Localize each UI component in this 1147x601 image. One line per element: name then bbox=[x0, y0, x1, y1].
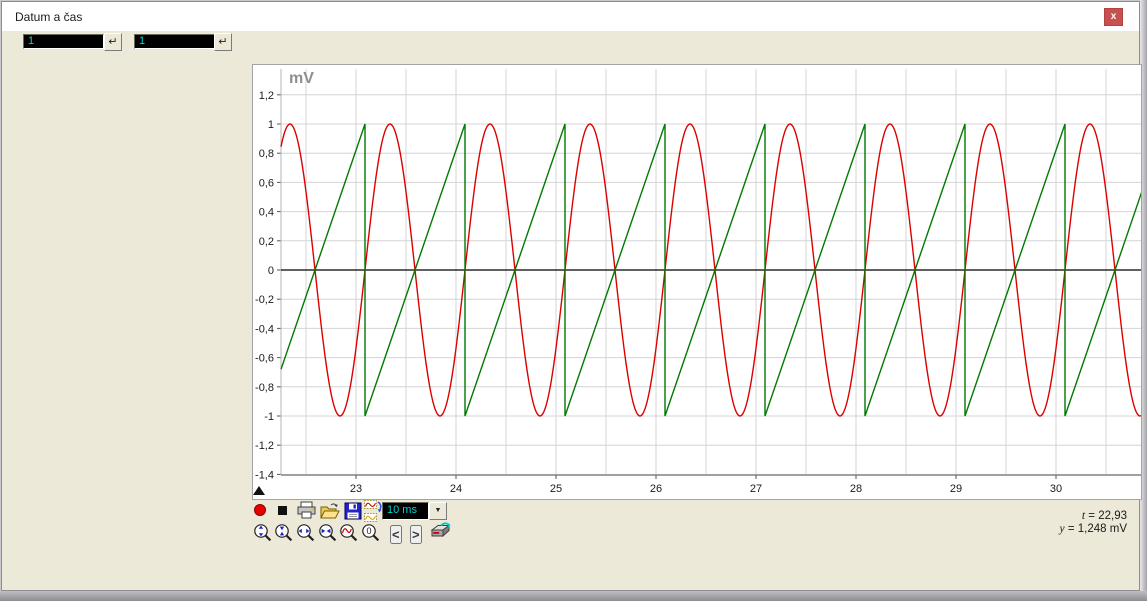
title-bar[interactable]: Datum a čas x bbox=[2, 2, 1139, 31]
svg-text:0,8: 0,8 bbox=[259, 148, 274, 160]
close-button[interactable]: x bbox=[1104, 8, 1123, 26]
save-icon bbox=[344, 502, 362, 520]
value-input-2-text: 1 bbox=[139, 35, 145, 47]
prev-button[interactable]: < bbox=[390, 525, 402, 544]
scroll-marker-icon[interactable] bbox=[252, 485, 268, 497]
record-button[interactable] bbox=[254, 504, 266, 516]
value-input-2[interactable]: 1 bbox=[134, 34, 215, 49]
t-value: = 22,93 bbox=[1088, 510, 1127, 522]
svg-text:28: 28 bbox=[850, 483, 862, 495]
zoom-curve-button[interactable] bbox=[339, 523, 359, 546]
zoom-compress-y-icon bbox=[274, 523, 294, 543]
svg-text:-1,4: -1,4 bbox=[255, 469, 274, 481]
window-bottom-border bbox=[0, 591, 1147, 601]
zoom-reset-button[interactable]: 0 bbox=[361, 523, 381, 546]
value-input-1[interactable]: 1 bbox=[23, 34, 104, 49]
close-icon: x bbox=[1111, 11, 1117, 22]
svg-text:30: 30 bbox=[1050, 483, 1062, 495]
svg-text:23: 23 bbox=[350, 483, 362, 495]
interval-combobox[interactable]: 10 ms bbox=[382, 502, 429, 520]
svg-text:-0,6: -0,6 bbox=[255, 353, 274, 365]
value-input-1-text: 1 bbox=[28, 35, 34, 47]
svg-text:27: 27 bbox=[750, 483, 762, 495]
device-button[interactable] bbox=[429, 521, 452, 544]
svg-text:0,4: 0,4 bbox=[259, 207, 274, 219]
y-var: y bbox=[1060, 523, 1065, 535]
y-value: = 1,248 mV bbox=[1068, 523, 1127, 535]
svg-text:25: 25 bbox=[550, 483, 562, 495]
window-title: Datum a čas bbox=[15, 10, 82, 24]
zoom-expand-y-button[interactable] bbox=[253, 523, 273, 546]
zoom-expand-x-button[interactable] bbox=[296, 523, 316, 546]
print-button[interactable] bbox=[296, 501, 317, 523]
cursor-time: t = 22,93 bbox=[1060, 510, 1127, 523]
stop-button[interactable] bbox=[278, 506, 287, 515]
export-button[interactable] bbox=[364, 500, 384, 525]
svg-text:-1,2: -1,2 bbox=[255, 440, 274, 452]
screen: Datum a čas x 1 ↵ 1 ↵ 1,2 1 0,8 0,6 0,4 0,2 0 -… bbox=[0, 0, 1147, 601]
chart-panel: 1,2 1 0,8 0,6 0,4 0,2 0 -0,2 -0,4 -0,6 -0,8 -1 -1,2 -… bbox=[252, 64, 1142, 500]
zoom-compress-x-button[interactable] bbox=[318, 523, 338, 546]
zoom-reset-icon: 0 bbox=[361, 523, 381, 543]
zoom-curve-icon bbox=[339, 523, 359, 543]
save-button[interactable] bbox=[344, 502, 362, 523]
zoom-expand-x-icon bbox=[296, 523, 316, 543]
chevron-down-icon: ▼ bbox=[435, 507, 442, 514]
svg-text:0: 0 bbox=[268, 265, 274, 277]
export-data-icon bbox=[364, 500, 384, 522]
enter-icon: ↵ bbox=[108, 36, 117, 48]
svg-text:-0,8: -0,8 bbox=[255, 382, 274, 394]
chevron-left-icon: < bbox=[392, 527, 400, 542]
svg-text:24: 24 bbox=[450, 483, 462, 495]
enter-button-1[interactable]: ↵ bbox=[104, 33, 122, 51]
interval-dropdown-button[interactable]: ▼ bbox=[429, 502, 447, 520]
next-button[interactable]: > bbox=[410, 525, 422, 544]
svg-text:1,2: 1,2 bbox=[259, 90, 274, 102]
print-icon bbox=[296, 501, 317, 520]
interval-value: 10 ms bbox=[387, 504, 417, 516]
enter-icon: ↵ bbox=[218, 36, 227, 48]
record-icon bbox=[254, 504, 266, 516]
stop-icon bbox=[278, 506, 287, 515]
open-folder-icon bbox=[319, 501, 341, 520]
svg-text:0: 0 bbox=[366, 526, 371, 536]
svg-text:-0,2: -0,2 bbox=[255, 294, 274, 306]
chevron-right-icon: > bbox=[412, 527, 420, 542]
t-var: t bbox=[1082, 510, 1085, 522]
dialog-window: Datum a čas x 1 ↵ 1 ↵ 1,2 1 0,8 0,6 0,4 0,2 0 -… bbox=[1, 1, 1140, 591]
svg-text:mV: mV bbox=[289, 70, 314, 87]
zoom-compress-x-icon bbox=[318, 523, 338, 543]
svg-text:-0,4: -0,4 bbox=[255, 323, 274, 335]
svg-text:0,6: 0,6 bbox=[259, 177, 274, 189]
svg-text:0,2: 0,2 bbox=[259, 236, 274, 248]
waveform-chart[interactable]: 1,2 1 0,8 0,6 0,4 0,2 0 -0,2 -0,4 -0,6 -0,8 -1 -1,2 -… bbox=[253, 65, 1141, 499]
zoom-compress-y-button[interactable] bbox=[274, 523, 294, 546]
enter-button-2[interactable]: ↵ bbox=[214, 33, 232, 51]
cursor-value: y = 1,248 mV bbox=[1060, 523, 1127, 536]
device-icon bbox=[429, 521, 452, 541]
cursor-readout: t = 22,93 y = 1,248 mV bbox=[1060, 510, 1127, 536]
open-button[interactable] bbox=[319, 501, 341, 523]
zoom-expand-y-icon bbox=[253, 523, 273, 543]
svg-text:-1: -1 bbox=[264, 411, 274, 423]
svg-text:1: 1 bbox=[268, 119, 274, 131]
svg-text:29: 29 bbox=[950, 483, 962, 495]
svg-text:26: 26 bbox=[650, 483, 662, 495]
